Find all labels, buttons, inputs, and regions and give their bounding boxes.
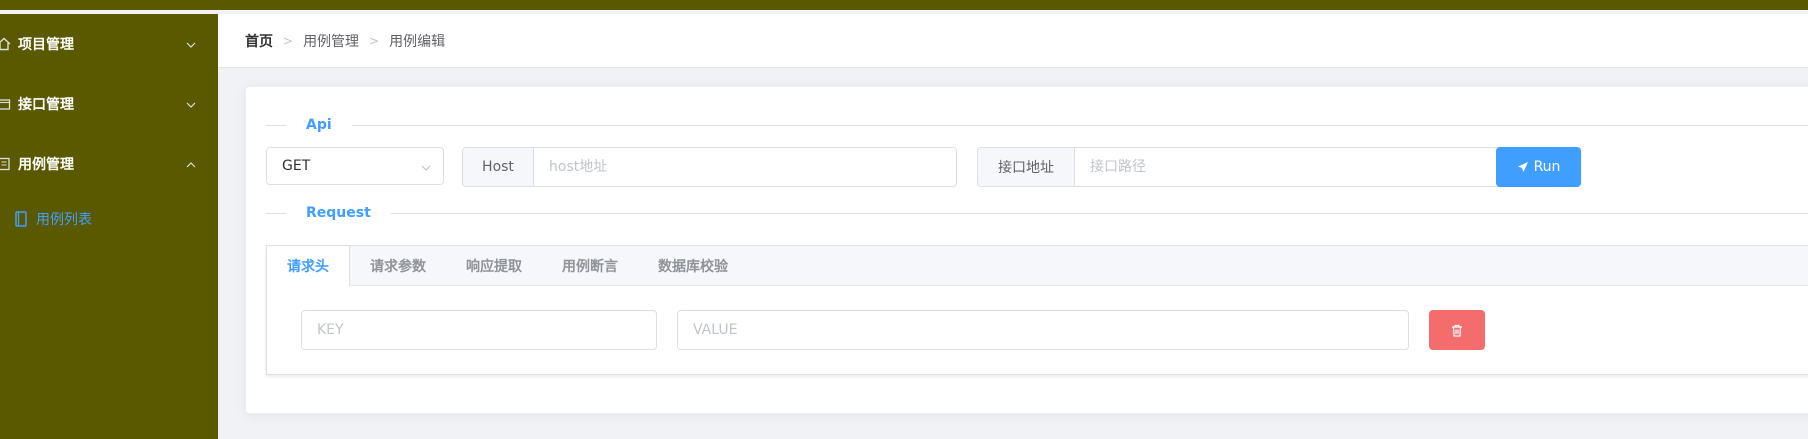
trash-icon (1451, 324, 1463, 337)
request-divider (266, 213, 1808, 214)
menu-item-project[interactable]: 项目管理 (0, 16, 218, 72)
case-edit-card: Api GET Host 接口地址 Run Request (245, 86, 1808, 414)
breadcrumb-home[interactable]: 首页 (245, 31, 273, 51)
menu-item-cases[interactable]: 用例管理 (0, 136, 218, 192)
submenu-item-label: 用例列表 (36, 212, 92, 228)
request-section-title: Request (286, 205, 391, 221)
tab-extract[interactable]: 响应提取 (446, 246, 542, 286)
breadcrumb-cases[interactable]: 用例管理 (303, 31, 359, 51)
host-label: Host (463, 148, 534, 186)
top-bar (0, 0, 1808, 10)
folder-icon (0, 96, 12, 112)
tab-db-check[interactable]: 数据库校验 (638, 246, 748, 286)
breadcrumb: 首页 > 用例管理 > 用例编辑 (218, 14, 1808, 68)
tabs-header: 请求头 请求参数 响应提取 用例断言 数据库校验 (267, 246, 1808, 286)
tab-assert[interactable]: 用例断言 (542, 246, 638, 286)
chevron-up-icon (186, 158, 196, 168)
chevron-right-icon: > (369, 33, 380, 48)
menu-item-label: 接口管理 (18, 97, 74, 113)
header-value-input[interactable] (677, 310, 1409, 350)
chevron-down-icon (186, 98, 196, 108)
request-tabs: 请求头 请求参数 响应提取 用例断言 数据库校验 (266, 245, 1808, 375)
main-content: 首页 > 用例管理 > 用例编辑 Api GET Host 接口地址 (218, 14, 1808, 439)
chevron-down-icon (421, 161, 431, 177)
api-section-title: Api (286, 117, 352, 133)
path-input-group: 接口地址 (977, 147, 1545, 187)
api-divider (266, 125, 1808, 126)
host-input-group: Host (462, 147, 957, 187)
document-icon (0, 156, 12, 172)
host-input[interactable] (534, 148, 956, 186)
menu-item-label: 项目管理 (18, 37, 74, 53)
path-label: 接口地址 (978, 148, 1075, 186)
menu-item-label: 用例管理 (18, 157, 74, 173)
notebook-icon (14, 211, 28, 227)
tab-params[interactable]: 请求参数 (350, 246, 446, 286)
method-select[interactable]: GET (266, 147, 444, 185)
tab-headers[interactable]: 请求头 (267, 246, 350, 286)
header-key-input[interactable] (301, 310, 657, 350)
chevron-right-icon: > (283, 33, 294, 48)
run-label: Run (1533, 159, 1561, 175)
menu-item-interface[interactable]: 接口管理 (0, 76, 218, 132)
home-icon (0, 36, 12, 52)
delete-row-button[interactable] (1429, 310, 1485, 350)
chevron-down-icon (186, 38, 196, 48)
run-button[interactable]: Run (1496, 147, 1581, 187)
breadcrumb-current: 用例编辑 (389, 33, 446, 50)
path-input[interactable] (1075, 148, 1544, 186)
sidebar: 项目管理 接口管理 用例管理 用例列表 (0, 14, 218, 439)
method-value: GET (282, 158, 311, 174)
submenu-item-case-list[interactable]: 用例列表 (0, 194, 218, 244)
send-icon (1517, 161, 1529, 173)
